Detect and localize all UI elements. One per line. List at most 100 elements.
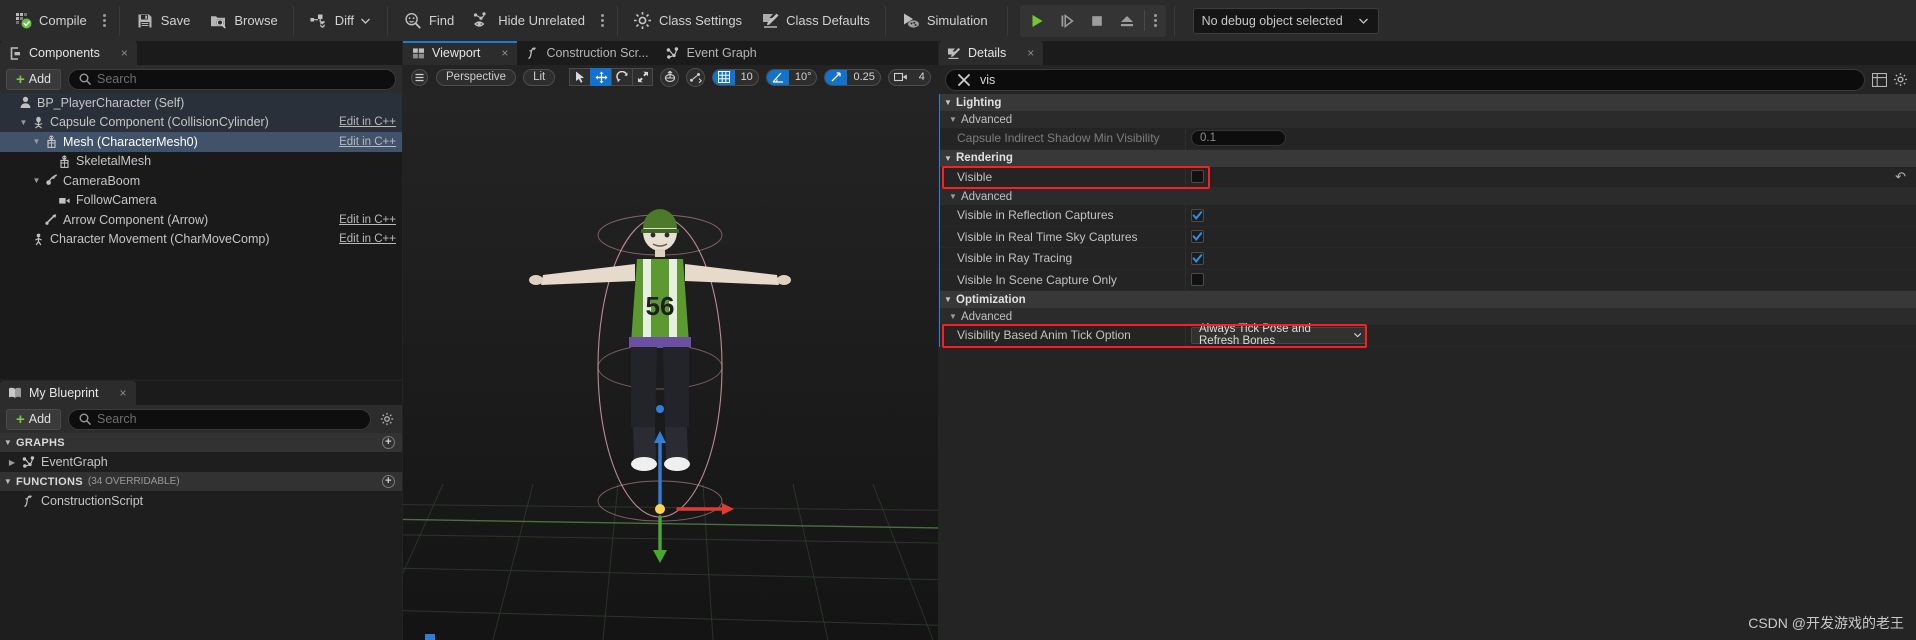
- add-component-button[interactable]: + Add: [6, 68, 62, 90]
- clear-x-icon[interactable]: [955, 72, 972, 89]
- close-icon[interactable]: ×: [1027, 47, 1034, 59]
- my-blueprint-item[interactable]: ConstructionScript: [0, 491, 402, 511]
- close-icon[interactable]: ×: [119, 387, 126, 399]
- tab-construction-scr[interactable]: Construction Scr...: [517, 41, 657, 65]
- hide-unrelated-button[interactable]: Hide Unrelated: [463, 5, 594, 37]
- debug-object-selector[interactable]: No debug object selected: [1192, 7, 1379, 34]
- property-checkbox[interactable]: [1191, 273, 1204, 287]
- expand-arrow-icon[interactable]: ▼: [945, 312, 961, 321]
- grid-snap-icon[interactable]: [712, 69, 735, 85]
- property-checkbox[interactable]: [1191, 251, 1204, 265]
- edit-in-cpp-link[interactable]: Edit in C++: [339, 136, 396, 148]
- property-number-field[interactable]: 0.1: [1191, 130, 1286, 147]
- tab-event-graph[interactable]: Event Graph: [658, 41, 766, 65]
- my-blueprint-search-box[interactable]: [68, 408, 371, 430]
- reset-to-default-button[interactable]: ↶: [1895, 169, 1906, 185]
- property-checkbox[interactable]: [1191, 230, 1204, 244]
- angle-snap-icon[interactable]: [766, 69, 789, 85]
- camera-mode-button[interactable]: Perspective: [436, 68, 517, 86]
- scale-snap-value[interactable]: 0.25: [847, 71, 879, 83]
- grid-snap-control[interactable]: 10: [711, 68, 759, 86]
- expand-arrow-icon[interactable]: ▼: [30, 176, 43, 185]
- property-dropdown[interactable]: Always Tick Pose and Refresh Bones: [1191, 323, 1367, 347]
- details-search-box[interactable]: [945, 69, 1865, 91]
- expand-arrow-icon[interactable]: ▼: [0, 438, 16, 447]
- gear-icon[interactable]: [1892, 71, 1909, 88]
- expand-arrow-icon[interactable]: ▼: [17, 118, 30, 127]
- component-tree-row[interactable]: ▼ Mesh (CharacterMesh0) Edit in C++: [0, 132, 402, 152]
- tab-components[interactable]: Components ×: [0, 41, 137, 65]
- expand-arrow-icon[interactable]: ▼: [30, 137, 43, 146]
- select-tool-button[interactable]: [569, 68, 591, 86]
- add-blueprint-item-button[interactable]: + Add: [6, 408, 62, 430]
- edit-in-cpp-link[interactable]: Edit in C++: [339, 233, 396, 245]
- edit-in-cpp-link[interactable]: Edit in C++: [339, 116, 396, 128]
- expand-arrow-icon[interactable]: ▶: [4, 458, 20, 467]
- component-tree-row[interactable]: ▼ Capsule Component (CollisionCylinder) Ed…: [0, 112, 402, 132]
- tab-my-blueprint[interactable]: My Blueprint ×: [0, 381, 136, 405]
- details-category-header[interactable]: ▼ Lighting: [940, 94, 1916, 111]
- move-tool-button[interactable]: [590, 68, 612, 86]
- view-mode-button[interactable]: Lit: [523, 68, 556, 86]
- details-subcategory-header[interactable]: ▼ Advanced: [940, 308, 1916, 325]
- add-section-item-button[interactable]: +: [382, 475, 395, 488]
- expand-arrow-icon[interactable]: ▼: [940, 98, 956, 107]
- camera-speed-control[interactable]: 4: [887, 68, 931, 86]
- find-button[interactable]: Find: [394, 5, 463, 37]
- world-coordinate-icon[interactable]: [660, 67, 679, 87]
- class-defaults-button[interactable]: Class Defaults: [751, 5, 879, 37]
- expand-arrow-icon[interactable]: ▼: [940, 295, 956, 304]
- component-tree-row[interactable]: FollowCamera: [0, 191, 402, 211]
- expand-arrow-icon[interactable]: ▼: [0, 477, 16, 486]
- component-tree-row[interactable]: ▼ CameraBoom: [0, 171, 402, 191]
- compile-button[interactable]: Compile: [4, 5, 96, 37]
- scale-snap-control[interactable]: 0.25: [824, 68, 881, 86]
- grid-snap-value[interactable]: 10: [735, 71, 758, 83]
- component-tree-row[interactable]: Character Movement (CharMoveComp) Edit in…: [0, 230, 402, 250]
- edit-in-cpp-link[interactable]: Edit in C++: [339, 214, 396, 226]
- play-button[interactable]: [1022, 6, 1052, 36]
- details-subcategory-header[interactable]: ▼ Advanced: [940, 188, 1916, 205]
- hamburger-icon[interactable]: [410, 67, 429, 87]
- rotation-snap-control[interactable]: 10°: [765, 68, 818, 86]
- close-icon[interactable]: ×: [501, 47, 508, 59]
- tab-details[interactable]: Details ×: [939, 41, 1044, 65]
- scale-tool-button[interactable]: [632, 68, 654, 86]
- components-search-box[interactable]: [68, 68, 396, 90]
- my-blueprint-settings-icon[interactable]: [378, 409, 396, 429]
- stop-button[interactable]: [1082, 6, 1112, 36]
- component-tree-row[interactable]: SkeletalMesh: [0, 152, 402, 172]
- eject-button[interactable]: [1112, 6, 1142, 36]
- scale-snap-icon[interactable]: [825, 69, 848, 85]
- details-category-header[interactable]: ▼ Optimization: [940, 291, 1916, 308]
- save-button[interactable]: Save: [126, 5, 200, 37]
- camera-speed-value[interactable]: 4: [913, 71, 930, 83]
- camera-speed-icon[interactable]: [889, 70, 913, 85]
- component-tree-row[interactable]: Arrow Component (Arrow) Edit in C++: [0, 210, 402, 230]
- expand-arrow-icon[interactable]: ▼: [945, 115, 961, 124]
- details-subcategory-header[interactable]: ▼ Advanced: [940, 111, 1916, 128]
- close-icon[interactable]: ×: [121, 47, 128, 59]
- my-blueprint-search-input[interactable]: [97, 412, 361, 426]
- property-checkbox[interactable]: [1191, 208, 1204, 222]
- class-settings-button[interactable]: Class Settings: [624, 5, 751, 37]
- my-blueprint-section-header[interactable]: ▼ GRAPHS +: [0, 433, 402, 452]
- browse-button[interactable]: Browse: [199, 5, 286, 37]
- details-category-header[interactable]: ▼ Rendering: [940, 149, 1916, 167]
- property-checkbox[interactable]: [1191, 170, 1204, 184]
- expand-arrow-icon[interactable]: ▼: [945, 192, 961, 201]
- simulation-button[interactable]: Simulation: [892, 5, 997, 37]
- details-search-input[interactable]: [980, 73, 1855, 87]
- rotate-tool-button[interactable]: [611, 68, 633, 86]
- viewport-3d-canvas[interactable]: 56: [403, 89, 938, 640]
- component-tree-row[interactable]: BP_PlayerCharacter (Self): [0, 93, 402, 113]
- components-search-input[interactable]: [97, 72, 386, 86]
- my-blueprint-item[interactable]: ▶ EventGraph: [0, 452, 402, 472]
- grid-view-icon[interactable]: [1871, 71, 1888, 88]
- add-section-item-button[interactable]: +: [382, 436, 395, 449]
- hide-unrelated-options-button[interactable]: [594, 5, 611, 37]
- expand-arrow-icon[interactable]: ▼: [940, 154, 956, 163]
- diff-button[interactable]: Diff: [300, 5, 381, 37]
- compile-options-button[interactable]: [96, 5, 113, 37]
- play-options-button[interactable]: [1147, 5, 1164, 37]
